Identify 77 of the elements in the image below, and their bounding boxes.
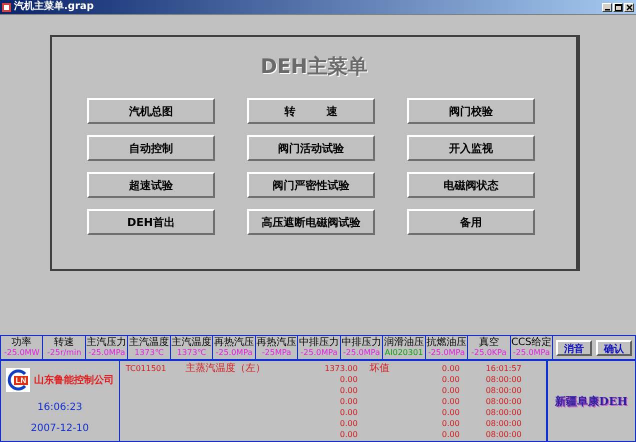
maximize-icon — [614, 4, 622, 10]
alarm-time: 08:00:00 — [486, 419, 522, 428]
menu-title: DEH主菜单 — [259, 53, 368, 80]
menu-button[interactable]: 自动控制 — [87, 135, 215, 161]
alarm-value: 0.00 — [442, 386, 460, 395]
menu-button[interactable]: 转 速 — [247, 98, 375, 124]
alarm-value: 0.00 — [442, 430, 460, 439]
reading-value: -25.0MPa — [343, 348, 380, 358]
menu-button[interactable]: 阀门活动试验 — [247, 135, 375, 161]
reading-label: 抗燃油压 — [426, 337, 466, 348]
reading-label: 转速 — [54, 337, 74, 348]
reading-value: -25.0KPa — [471, 348, 507, 358]
reading-label: 中排压力 — [299, 337, 340, 348]
reading-label: CCS给定 — [511, 337, 552, 348]
menu-button[interactable]: 汽机总图 — [87, 98, 215, 124]
menu-button[interactable]: 电磁阀状态 — [407, 172, 535, 198]
company-logo: LN — [6, 368, 30, 392]
alarm-status: 坏值 — [370, 363, 390, 374]
alarm-time: 16:01:57 — [486, 364, 522, 373]
reading-label: 主汽压力 — [86, 337, 127, 348]
alarm-time: 08:00:00 — [486, 408, 522, 417]
reading-label: 润滑油压 — [384, 337, 424, 348]
reading-value: -25.0MPa — [428, 348, 465, 358]
reading-value: -25MPa — [262, 348, 292, 358]
menu-button[interactable]: 备用 — [407, 209, 535, 235]
alarm-value: 0.00 — [340, 397, 358, 406]
alarm-value: 0.00 — [442, 397, 460, 406]
date-text: 2007-12-10 — [30, 423, 89, 434]
clock-time: 16:06:23 — [37, 402, 82, 413]
reading-label: 再热汽压 — [214, 337, 254, 348]
alarm-value: 0.00 — [340, 419, 358, 428]
reading-label: 中排压力 — [341, 337, 382, 348]
reading-label: 真空 — [478, 337, 499, 348]
reading-value: 1373℃ — [134, 348, 164, 358]
close-icon — [626, 4, 632, 10]
reading-value: -25.0MW — [4, 348, 40, 358]
alarm-time: 08:00:00 — [486, 386, 522, 395]
reading-value: -25r/min — [47, 348, 82, 358]
menu-button[interactable]: 高压遮断电磁阀试验 — [247, 209, 375, 235]
alarm-value: 0.00 — [340, 430, 358, 439]
alarm-time: 08:00:00 — [486, 430, 522, 439]
company-name: 山东鲁能控制公司 — [34, 373, 114, 387]
reading-value: -25.0MPa — [216, 348, 253, 358]
reading-value: AI020301 — [384, 348, 424, 358]
menu-button[interactable]: 阀门严密性试验 — [247, 172, 375, 198]
menu-button[interactable]: 开入监视 — [407, 135, 535, 161]
alarm-value: 0.00 — [340, 408, 358, 417]
window-title: 汽机主菜单.grap — [14, 0, 94, 14]
alarm-value: 0.00 — [340, 386, 358, 395]
menu-button[interactable]: 阀门校验 — [407, 98, 535, 124]
alarm-time: 08:00:00 — [486, 375, 522, 384]
reading-label: 功率 — [12, 337, 32, 348]
alarm-tag: TC011501 — [126, 364, 166, 373]
alarm-value: 0.00 — [442, 408, 460, 417]
alarm-value: 0.00 — [442, 375, 460, 384]
menu-button[interactable]: DEH首出 — [87, 209, 215, 235]
reading-value: 1373℃ — [176, 348, 206, 358]
alarm-value: 0.00 — [340, 375, 358, 384]
alarm-value: 0.00 — [442, 419, 460, 428]
site-name: 新疆阜康DEH — [555, 394, 628, 408]
reading-label: 再热汽压 — [256, 337, 297, 348]
alarm-name: 主蒸汽温度（左） — [186, 363, 266, 374]
alarm-value: 1373.00 — [324, 364, 358, 373]
reading-value: -25.0MPa — [300, 348, 338, 358]
minimize-button[interactable] — [602, 2, 612, 12]
alarm-button[interactable]: 确认 — [596, 340, 632, 356]
reading-value: -25.0MPa — [88, 348, 126, 358]
reading-label: 主汽温度 — [129, 337, 170, 348]
maximize-button[interactable] — [613, 2, 623, 12]
reading-label: 主汽温度 — [172, 337, 212, 348]
alarm-value: 0.00 — [442, 364, 460, 373]
alarm-time: 08:00:00 — [486, 397, 522, 406]
close-button[interactable] — [624, 2, 634, 12]
reading-value: -25.0MPa — [512, 348, 550, 358]
app-icon — [2, 2, 11, 12]
alarm-button[interactable]: 消音 — [556, 340, 592, 356]
menu-button[interactable]: 超速试验 — [87, 172, 215, 198]
